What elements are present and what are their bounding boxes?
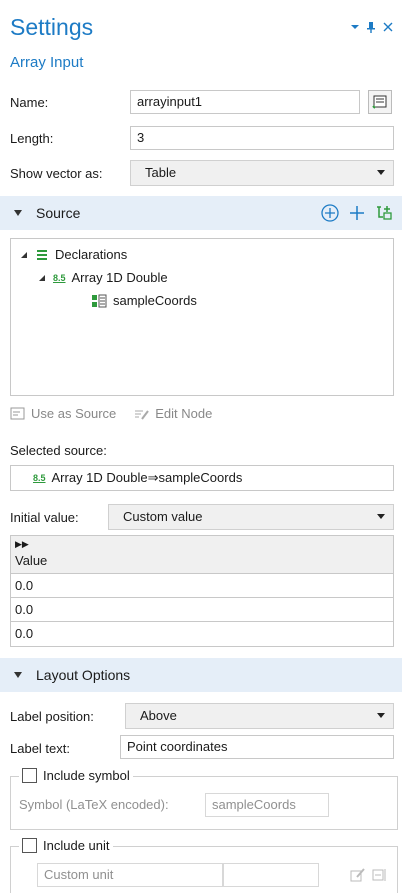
tree-node-label: Declarations	[55, 247, 128, 262]
source-section-header[interactable]: Source	[0, 196, 402, 230]
use-as-source-button[interactable]: Use as Source	[10, 406, 116, 421]
initial-value-select[interactable]: Custom value	[108, 504, 394, 530]
table-header: ▶▶ Value	[11, 536, 393, 574]
dropdown-caret-icon	[377, 713, 385, 718]
edit-node-button[interactable]: Edit Node	[134, 406, 212, 421]
layout-section-header[interactable]: Layout Options	[0, 658, 402, 692]
selected-source-value: Array 1D Double⇒sampleCoords	[51, 470, 243, 485]
dropdown-caret-icon	[377, 514, 385, 519]
initial-value-value: Custom value	[123, 509, 203, 524]
show-vector-value: Table	[145, 165, 177, 180]
table-row[interactable]: 0.0	[11, 622, 393, 646]
expanded-arrow-icon	[21, 251, 27, 258]
edit-node-icon	[135, 409, 150, 420]
use-as-source-label: Use as Source	[31, 406, 117, 421]
name-field[interactable]: arrayinput1	[130, 90, 360, 114]
label-position-label: Label position:	[10, 708, 94, 724]
array-double-icon: 8.5	[53, 272, 66, 283]
source-tree[interactable]: Declarations 8.5 Array 1D Double sampleC…	[10, 238, 394, 396]
show-vector-select[interactable]: Table	[130, 160, 394, 186]
edit-node-label: Edit Node	[155, 406, 213, 421]
plus-icon[interactable]	[348, 203, 366, 223]
declarations-icon	[37, 249, 47, 260]
tree-node-samplecoords[interactable]: sampleCoords	[91, 293, 197, 308]
label-text-field[interactable]: Point coordinates	[120, 735, 394, 759]
unit-extra-field[interactable]	[223, 863, 319, 887]
expanded-arrow-icon	[39, 274, 45, 281]
label-icon	[372, 95, 387, 109]
name-label: Name:	[10, 94, 49, 110]
dropdown-caret-icon	[377, 170, 385, 175]
selected-source-field: 8.5 Array 1D Double⇒sampleCoords	[10, 465, 394, 491]
expand-columns-icon[interactable]: ▶▶	[15, 539, 29, 550]
checkbox-icon	[22, 838, 37, 853]
label-button[interactable]	[368, 90, 392, 114]
value-column-header: Value	[15, 553, 48, 568]
panel-subtitle: Array Input	[10, 54, 84, 71]
pin-icon[interactable]	[366, 20, 376, 34]
insert-unit-icon[interactable]	[371, 867, 389, 883]
label-text-label: Label text:	[10, 740, 70, 756]
tree-node-declarations[interactable]: Declarations	[19, 247, 127, 262]
source-header-label: Source	[36, 205, 81, 221]
window-controls	[350, 20, 394, 34]
include-symbol-label: Include symbol	[43, 768, 130, 783]
include-unit-label: Include unit	[43, 838, 110, 853]
add-circle-icon[interactable]	[320, 203, 340, 223]
collapse-icon	[14, 672, 22, 678]
label-position-select[interactable]: Above	[125, 703, 394, 729]
collapse-icon	[14, 210, 22, 216]
tree-add-icon[interactable]	[374, 203, 394, 223]
array-double-icon: 8.5	[33, 473, 46, 483]
include-unit-group: Include unit Custom unit	[10, 838, 398, 893]
panel-title: Settings	[10, 14, 94, 40]
selected-source-row: Selected source:	[10, 438, 394, 462]
initial-value-label: Initial value:	[10, 509, 79, 525]
selected-source-label: Selected source:	[10, 442, 107, 458]
include-symbol-checkbox[interactable]: Include symbol	[19, 768, 133, 783]
source-toolbar	[320, 203, 394, 223]
array-variable-icon	[92, 294, 107, 307]
chevron-down-icon[interactable]	[350, 20, 360, 34]
tree-node-array[interactable]: 8.5 Array 1D Double	[37, 270, 168, 285]
tree-node-label: Array 1D Double	[71, 270, 168, 285]
edit-unit-icon[interactable]	[349, 867, 367, 883]
show-vector-label: Show vector as:	[10, 165, 103, 181]
table-row[interactable]: 0.0	[11, 598, 393, 622]
close-icon[interactable]	[382, 20, 394, 34]
include-symbol-group: Include symbol Symbol (LaTeX encoded): s…	[10, 768, 398, 830]
include-unit-checkbox[interactable]: Include unit	[19, 838, 113, 853]
source-actions: Use as Source Edit Node	[10, 406, 212, 421]
label-position-value: Above	[140, 708, 177, 723]
layout-header-label: Layout Options	[36, 667, 131, 683]
length-field[interactable]: 3	[130, 126, 394, 150]
use-as-source-icon	[10, 407, 25, 419]
tree-node-label: sampleCoords	[113, 293, 197, 308]
symbol-field[interactable]: sampleCoords	[205, 793, 329, 817]
table-row[interactable]: 0.0	[11, 574, 393, 598]
length-label: Length:	[10, 130, 54, 146]
symbol-label: Symbol (LaTeX encoded):	[19, 797, 169, 812]
values-table[interactable]: ▶▶ Value 0.0 0.0 0.0	[10, 535, 394, 647]
custom-unit-field[interactable]: Custom unit	[37, 863, 223, 887]
checkbox-icon	[22, 768, 37, 783]
